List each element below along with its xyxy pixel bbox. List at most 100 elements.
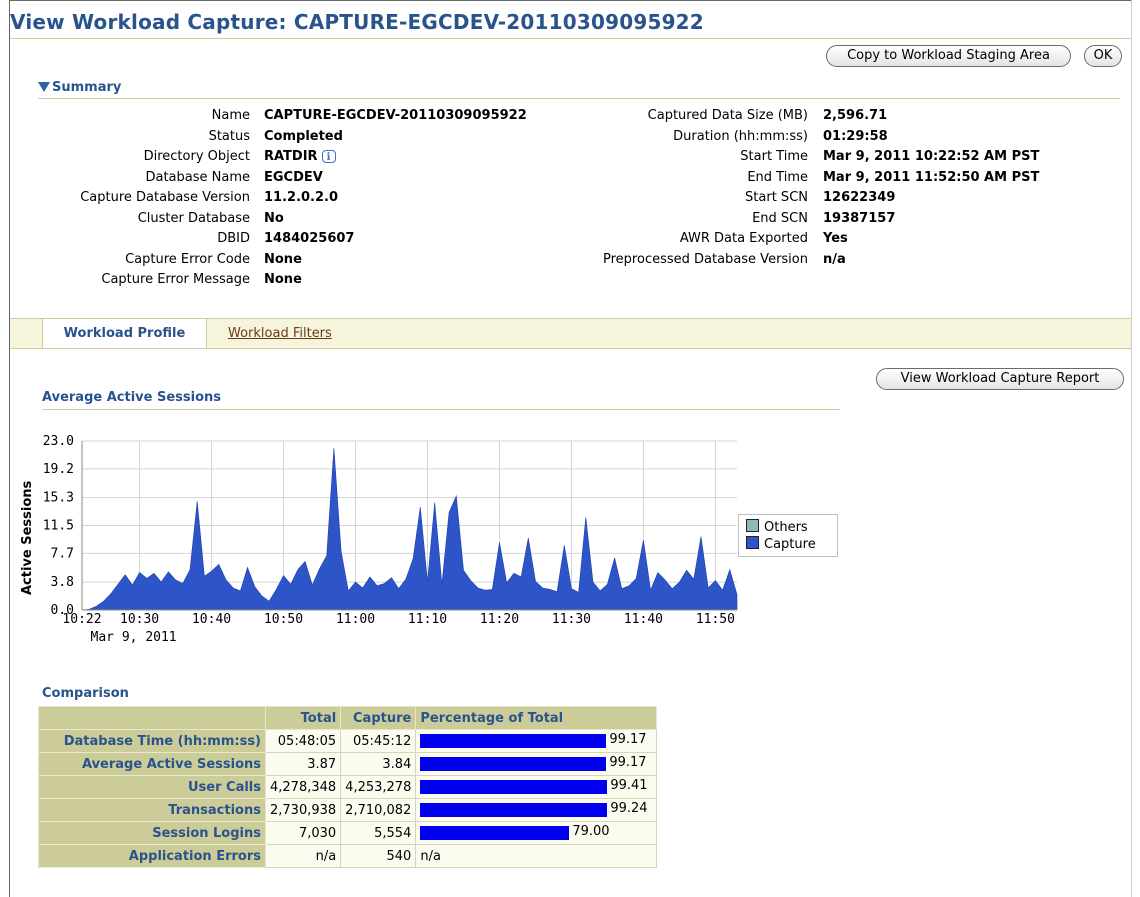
y-tick-label: 19.2 <box>43 462 74 477</box>
summary-value: n/a <box>823 251 846 267</box>
y-tick-label: 23.0 <box>43 434 74 449</box>
comparison-table: Total Capture Percentage of Total Databa… <box>38 706 658 868</box>
page-title: View Workload Capture: CAPTURE-EGCDEV-20… <box>10 10 704 34</box>
x-tick-label: 11:40 <box>624 612 663 627</box>
percentage-value: 79.00 <box>572 824 610 839</box>
summary-value: Mar 9, 2011 11:52:50 AM PST <box>823 169 1040 185</box>
summary-divider <box>38 98 1120 99</box>
percentage-cell: n/a <box>415 844 658 868</box>
percentage-value: 99.17 <box>609 732 647 747</box>
comparison-header-row: Total Capture Percentage of Total <box>38 706 658 730</box>
frame-top-border <box>9 0 1132 1</box>
summary-value: 2,596.71 <box>823 108 888 123</box>
legend-swatch-capture <box>746 536 759 549</box>
comparison-row: User Calls 4,278,348 4,253,278 99.41 <box>38 775 658 799</box>
comparison-row: Average Active Sessions 3.87 3.84 99.17 <box>38 752 658 776</box>
summary-value-text: None <box>264 272 302 287</box>
ok-button[interactable]: OK <box>1084 45 1122 67</box>
x-tick-label: 11:10 <box>408 612 447 627</box>
summary-section-toggle[interactable]: Summary <box>38 80 121 95</box>
y-tick-label: 7.7 <box>51 546 74 561</box>
info-icon[interactable]: i <box>321 150 336 163</box>
summary-value: RATDIR i <box>264 149 336 164</box>
summary-value: Yes <box>823 231 848 246</box>
capture-cell: 540 <box>340 844 417 868</box>
summary-value: None <box>264 252 302 267</box>
title-divider <box>10 38 1131 39</box>
summary-value-text: RATDIR <box>264 149 318 164</box>
capture-cell: 4,253,278 <box>340 775 417 799</box>
summary-header-label: Summary <box>52 80 122 95</box>
summary-label: Capture Error Message <box>101 272 250 287</box>
aas-section-title: Average Active Sessions <box>42 390 222 405</box>
capture-cell: 2,710,082 <box>340 798 417 822</box>
comparison-row: Application Errors n/a 540 n/a <box>38 844 658 868</box>
average-active-sessions-chart: 23.019.215.311.57.73.80.010:22 10:30 10:40… <box>43 434 738 645</box>
legend-item-capture: Capture <box>746 536 816 552</box>
x-tick-label: 10:40 <box>192 612 231 627</box>
summary-label: Status <box>208 128 250 144</box>
percentage-bar <box>420 780 608 794</box>
summary-value: CAPTURE-EGCDEV-20110309095922 <box>264 108 527 123</box>
summary-label: Captured Data Size (MB) <box>647 108 808 123</box>
y-tick-label: 11.5 <box>43 519 74 534</box>
summary-value-text: EGCDEV <box>264 169 323 185</box>
collapse-triangle-icon <box>38 82 50 92</box>
summary-value: EGCDEV <box>264 170 323 185</box>
summary-value-text: CAPTURE-EGCDEV-20110309095922 <box>264 108 527 123</box>
capture-cell: 05:45:12 <box>340 729 417 753</box>
summary-value: 01:29:58 <box>823 128 888 144</box>
copy-to-staging-button[interactable]: Copy to Workload Staging Area <box>826 45 1071 67</box>
percentage-cell: 79.00 <box>415 821 658 845</box>
summary-label: Preprocessed Database Version <box>603 251 808 267</box>
summary-label: Capture Error Code <box>125 251 250 267</box>
total-cell: 7,030 <box>264 821 342 845</box>
percentage-value: 99.17 <box>609 755 647 770</box>
tab-workload-filters[interactable]: Workload Filters <box>228 326 332 341</box>
summary-value: No <box>264 211 284 226</box>
x-tick-label: 10:50 <box>264 612 303 627</box>
summary-label: End Time <box>747 169 808 185</box>
comparison-section-title: Comparison <box>42 686 129 701</box>
summary-value: 19387157 <box>823 210 896 226</box>
header-percentage: Percentage of Total <box>415 706 658 730</box>
legend-item-others: Others <box>746 519 808 535</box>
summary-value-text: None <box>264 251 302 267</box>
row-label: Application Errors <box>38 844 266 868</box>
comparison-row: Session Logins 7,030 5,554 79.00 <box>38 821 658 845</box>
row-label: Database Time (hh:mm:ss) <box>38 729 266 753</box>
y-tick-label: 15.3 <box>43 491 74 506</box>
aas-divider <box>42 409 840 410</box>
percentage-value: 99.41 <box>610 778 648 793</box>
total-cell: n/a <box>264 844 342 868</box>
summary-value-text: 11.2.0.2.0 <box>264 190 339 205</box>
x-tick-label: 11:30 <box>552 612 591 627</box>
summary-label: AWR Data Exported <box>679 231 808 246</box>
total-cell: 2,730,938 <box>264 798 342 822</box>
frame-right-border <box>1131 0 1132 897</box>
comparison-row: Transactions 2,730,938 2,710,082 99.24 <box>38 798 658 822</box>
view-capture-report-button[interactable]: View Workload Capture Report <box>876 368 1124 390</box>
x-tick-label: 11:50 <box>696 612 735 627</box>
percentage-bar <box>420 826 570 840</box>
summary-label: Directory Object <box>143 149 250 164</box>
row-label: User Calls <box>38 775 266 799</box>
percentage-cell: 99.24 <box>415 798 658 822</box>
x-tick-label: 11:20 <box>480 612 519 627</box>
header-capture: Capture <box>340 706 417 730</box>
percentage-value: n/a <box>420 848 441 864</box>
chart-legend: Others Capture <box>738 514 838 557</box>
summary-value-text: No <box>264 210 284 226</box>
percentage-cell: 99.17 <box>415 729 658 753</box>
summary-label: Capture Database Version <box>80 190 250 205</box>
row-label: Session Logins <box>38 821 266 845</box>
tab-workload-profile[interactable]: Workload Profile <box>42 318 207 348</box>
summary-value: Mar 9, 2011 10:22:52 AM PST <box>823 149 1040 164</box>
summary-label: Duration (hh:mm:ss) <box>673 128 808 144</box>
summary-label: Start SCN <box>745 190 808 205</box>
summary-value: 11.2.0.2.0 <box>264 190 338 205</box>
percentage-bar <box>420 803 608 817</box>
legend-swatch-others <box>746 519 759 532</box>
percentage-bar <box>420 734 607 748</box>
frame-left-border <box>9 0 10 897</box>
